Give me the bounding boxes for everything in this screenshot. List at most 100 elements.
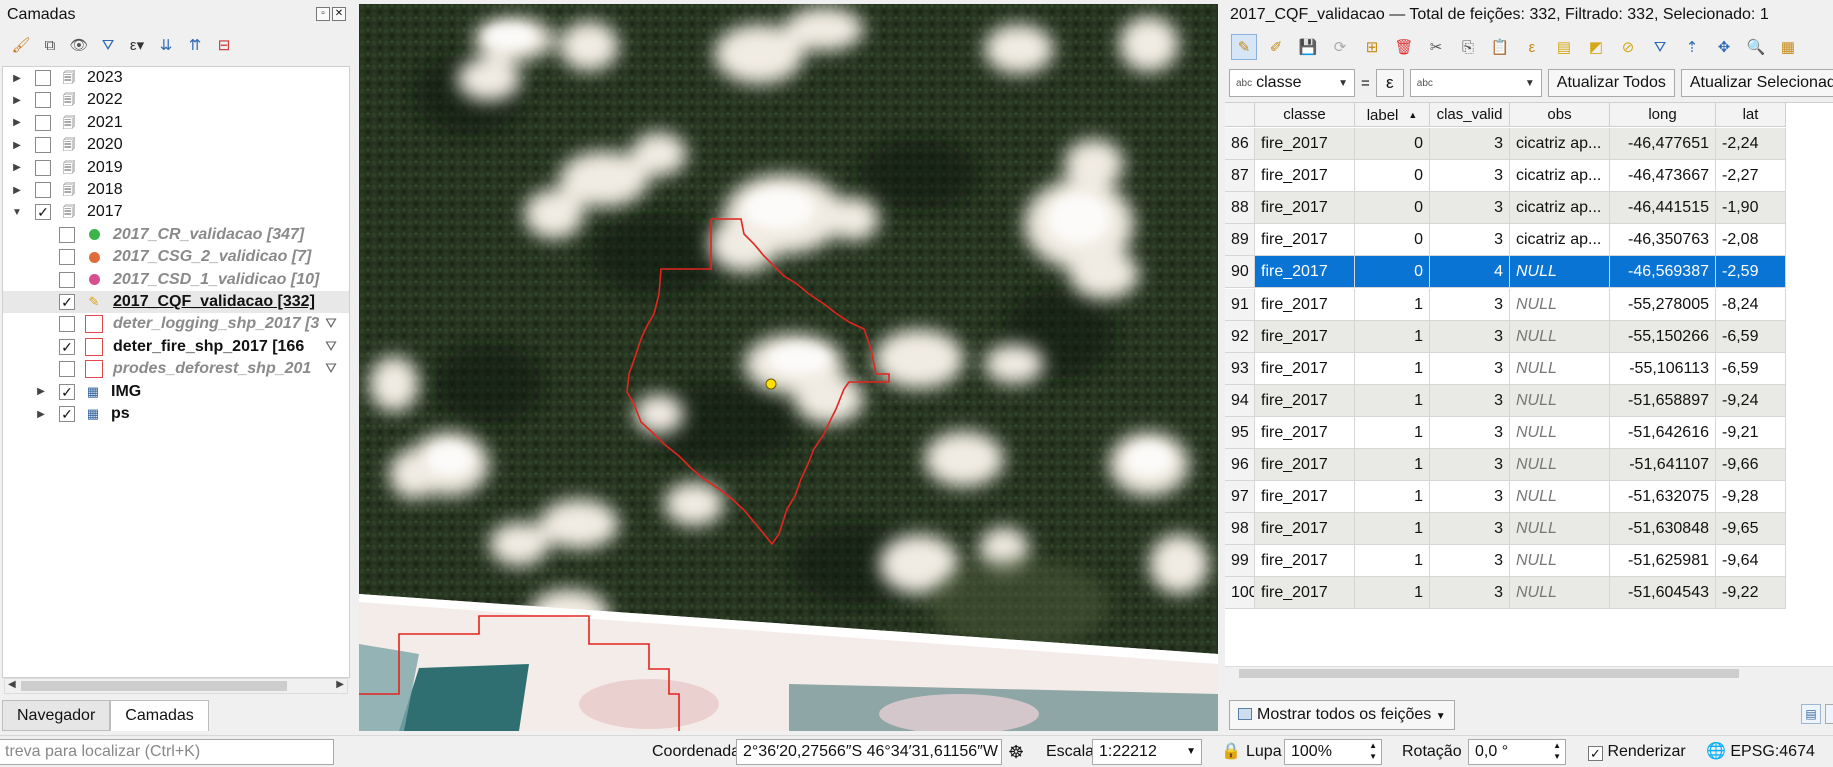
table-cell-obs[interactable]: cicatriz ap... xyxy=(1510,192,1610,225)
eye-icon[interactable]: 👁 xyxy=(68,34,90,56)
layer-row[interactable]: deter_logging_shp_2017 [3 ⛛ xyxy=(3,313,349,335)
table-cell-classe[interactable]: fire_2017 xyxy=(1255,320,1355,353)
table-cell-lat[interactable]: -6,59 xyxy=(1716,352,1786,385)
row-number[interactable]: 88 xyxy=(1225,192,1255,225)
table-cell-long[interactable]: -55,278005 xyxy=(1610,288,1716,321)
cut-icon[interactable]: ✂ xyxy=(1423,34,1449,60)
table-cell-label[interactable]: 1 xyxy=(1355,320,1430,353)
table-cell-lat[interactable]: -2,27 xyxy=(1716,160,1786,193)
collapsed-arrow-icon[interactable]: ▶ xyxy=(11,117,23,128)
magnifier-input[interactable]: 100% ▲ ▼ xyxy=(1284,739,1382,765)
form-view-icon[interactable] xyxy=(1825,704,1833,724)
layer-row[interactable]: 2017_CR_validacao [347] xyxy=(3,224,349,246)
table-cell-classe[interactable]: fire_2017 xyxy=(1255,384,1355,417)
raster-layer-row[interactable]: ▶ ✓ ▦ IMG xyxy=(3,381,349,403)
layer-group-row[interactable]: ▶ 🗐 2021 xyxy=(3,112,349,134)
layer-checkbox[interactable] xyxy=(35,114,51,131)
value-input[interactable]: abc ▼ xyxy=(1409,69,1542,97)
table-cell-clas_valid[interactable]: 3 xyxy=(1430,545,1510,578)
layer-checkbox[interactable] xyxy=(59,271,75,288)
row-number[interactable]: 98 xyxy=(1225,513,1255,546)
table-cell-classe[interactable]: fire_2017 xyxy=(1255,224,1355,257)
table-cell-long[interactable]: -46,477651 xyxy=(1610,128,1716,161)
layer-tree-scrollbar[interactable]: ◀ ▶ xyxy=(4,678,348,694)
row-number[interactable]: 92 xyxy=(1225,320,1255,353)
table-cell-label[interactable]: 1 xyxy=(1355,577,1430,610)
table-cell-classe[interactable]: fire_2017 xyxy=(1255,160,1355,193)
toggle-extents-icon[interactable]: ☸ xyxy=(1008,740,1024,764)
spin-arrows-icon[interactable]: ▲ ▼ xyxy=(1553,740,1561,762)
table-cell-clas_valid[interactable]: 3 xyxy=(1430,416,1510,449)
float-panel-button[interactable]: ▫ xyxy=(316,7,330,21)
table-cell-lat[interactable]: -2,24 xyxy=(1716,128,1786,161)
table-cell-lat[interactable]: -9,28 xyxy=(1716,481,1786,514)
table-cell-classe[interactable]: fire_2017 xyxy=(1255,577,1355,610)
raster-layer-row[interactable]: ▶ ✓ ▦ ps xyxy=(3,403,349,425)
new-field-icon[interactable]: ▦ xyxy=(1775,34,1801,60)
row-number[interactable]: 89 xyxy=(1225,224,1255,257)
table-cell-lat[interactable]: -1,90 xyxy=(1716,192,1786,225)
table-cell-long[interactable]: -51,604543 xyxy=(1610,577,1716,610)
row-number[interactable]: 99 xyxy=(1225,545,1255,578)
copy-icon[interactable]: ⎘ xyxy=(1455,34,1481,60)
tab-camadas[interactable]: Camadas xyxy=(110,700,209,731)
expression-button[interactable]: ε xyxy=(1375,69,1404,97)
layer-checkbox[interactable]: ✓ xyxy=(59,338,75,355)
filter-icon[interactable]: ⛛ xyxy=(97,34,119,56)
add-group-icon[interactable]: ⧉ xyxy=(39,34,61,56)
table-cell-lat[interactable]: -9,66 xyxy=(1716,449,1786,482)
reload-icon[interactable]: ⟳ xyxy=(1327,34,1353,60)
table-cell-long[interactable]: -51,630848 xyxy=(1610,513,1716,546)
table-cell-obs[interactable]: NULL xyxy=(1510,481,1610,514)
move-selected-top-icon[interactable]: ⇡ xyxy=(1679,34,1705,60)
add-feature-icon[interactable]: ⊞ xyxy=(1359,34,1385,60)
attribute-grid-scrollbar[interactable] xyxy=(1225,666,1833,680)
table-cell-label[interactable]: 1 xyxy=(1355,352,1430,385)
row-number[interactable]: 91 xyxy=(1225,288,1255,321)
table-cell-label[interactable]: 1 xyxy=(1355,513,1430,546)
crs-button[interactable]: 🌐 EPSG:4674 xyxy=(1706,740,1815,764)
column-header-obs[interactable]: obs xyxy=(1510,103,1610,127)
tab-navegador[interactable]: Navegador xyxy=(2,700,111,731)
layer-group-row[interactable]: ▶ 🗐 2022 xyxy=(3,89,349,111)
table-cell-long[interactable]: -51,642616 xyxy=(1610,416,1716,449)
layer-checkbox[interactable] xyxy=(35,92,51,109)
layer-checkbox[interactable] xyxy=(59,316,75,333)
layer-checkbox[interactable]: ✓ xyxy=(35,204,51,221)
update-selected-button[interactable]: Atualizar Selecionad xyxy=(1680,69,1833,97)
table-cell-obs[interactable]: NULL xyxy=(1510,577,1610,610)
table-cell-clas_valid[interactable]: 3 xyxy=(1430,288,1510,321)
expression-filter-icon[interactable]: ε▾ xyxy=(126,34,148,56)
table-cell-label[interactable]: 0 xyxy=(1355,192,1430,225)
layer-row[interactable]: 2017_CSG_2_validicao [7] xyxy=(3,246,349,268)
row-number[interactable]: 100 xyxy=(1225,577,1255,610)
table-cell-long[interactable]: -51,641107 xyxy=(1610,449,1716,482)
row-number[interactable]: 94 xyxy=(1225,384,1255,417)
column-header-lat[interactable]: lat xyxy=(1716,103,1786,127)
rotation-input[interactable]: 0,0 ° ▲ ▼ xyxy=(1468,739,1566,765)
scrollbar-thumb[interactable] xyxy=(1239,669,1739,678)
select-all-icon[interactable]: ▤ xyxy=(1551,34,1577,60)
table-cell-clas_valid[interactable]: 3 xyxy=(1430,128,1510,161)
column-header-long[interactable]: long xyxy=(1610,103,1716,127)
collapsed-arrow-icon[interactable]: ▶ xyxy=(35,409,47,420)
layer-checkbox[interactable]: ✓ xyxy=(59,383,75,400)
render-checkbox[interactable]: ✓ Renderizar xyxy=(1588,740,1686,764)
table-cell-obs[interactable]: cicatriz ap... xyxy=(1510,160,1610,193)
table-cell-long[interactable]: -46,569387 xyxy=(1610,256,1716,289)
remove-layer-icon[interactable]: ⊟ xyxy=(213,34,235,56)
table-cell-label[interactable]: 1 xyxy=(1355,545,1430,578)
row-number[interactable]: 86 xyxy=(1225,128,1255,161)
row-number[interactable]: 97 xyxy=(1225,481,1255,514)
table-cell-clas_valid[interactable]: 3 xyxy=(1430,513,1510,546)
table-cell-lat[interactable]: -9,65 xyxy=(1716,513,1786,546)
table-cell-classe[interactable]: fire_2017 xyxy=(1255,352,1355,385)
collapsed-arrow-icon[interactable]: ▶ xyxy=(35,386,47,397)
table-cell-clas_valid[interactable]: 3 xyxy=(1430,384,1510,417)
update-all-button[interactable]: Atualizar Todos xyxy=(1547,69,1675,97)
collapsed-arrow-icon[interactable]: ▶ xyxy=(11,162,23,173)
table-cell-clas_valid[interactable]: 4 xyxy=(1430,256,1510,289)
collapse-all-icon[interactable]: ⇈ xyxy=(184,34,206,56)
table-cell-label[interactable]: 0 xyxy=(1355,128,1430,161)
layer-checkbox[interactable]: ✓ xyxy=(59,294,75,310)
